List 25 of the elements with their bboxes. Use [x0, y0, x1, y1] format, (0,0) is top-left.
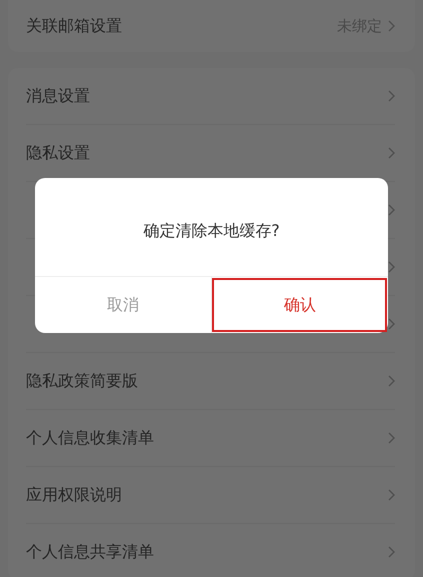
cancel-button[interactable]: 取消	[35, 277, 211, 333]
settings-row[interactable]: 隐私政策简要版	[26, 352, 395, 409]
chevron-icon	[388, 432, 395, 444]
row-label: 隐私设置	[26, 142, 90, 164]
settings-row[interactable]: 个人信息共享清单	[26, 523, 395, 577]
chevron-icon	[388, 375, 395, 387]
row-label: 消息设置	[26, 86, 90, 106]
chevron-icon	[388, 20, 395, 32]
chevron-icon	[388, 546, 395, 558]
chevron-icon	[388, 90, 395, 102]
chevron-icon	[388, 318, 395, 330]
row-label: 应用权限说明	[26, 484, 122, 506]
confirm-button[interactable]: 确认	[211, 277, 388, 333]
chevron-icon	[388, 489, 395, 501]
row-label: 个人信息收集清单	[26, 428, 154, 448]
settings-row[interactable]: 消息设置	[26, 68, 395, 124]
settings-row[interactable]: 个人信息收集清单	[26, 409, 395, 466]
dialog-message: 确定清除本地缓存?	[143, 220, 280, 242]
settings-row[interactable]: 应用权限说明	[26, 466, 395, 523]
chevron-icon	[388, 261, 395, 273]
chevron-icon	[388, 147, 395, 159]
row-label: 个人信息共享清单	[26, 542, 154, 562]
chevron-icon	[388, 204, 395, 216]
row-label: 隐私政策简要版	[26, 370, 138, 392]
row-label: 关联邮箱设置	[26, 16, 122, 36]
